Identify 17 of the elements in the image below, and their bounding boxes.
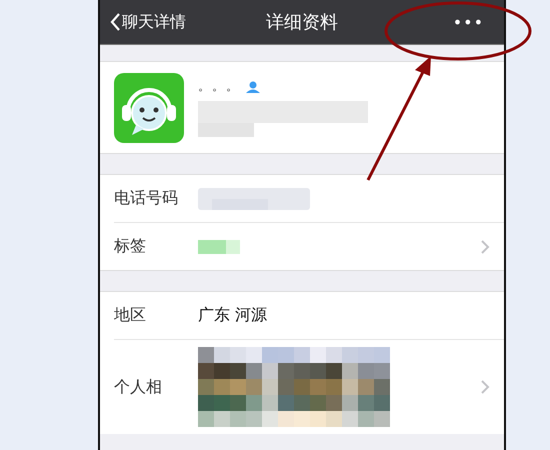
region-value: 广东 河源 bbox=[198, 305, 268, 326]
page-title: 详细资料 bbox=[266, 11, 338, 34]
row-label: 地区 bbox=[114, 305, 147, 326]
more-button[interactable]: ••• bbox=[446, 12, 490, 32]
row-label: 电话号码 bbox=[114, 188, 179, 209]
list-row[interactable]: 地区 广东 河源 bbox=[100, 292, 504, 339]
avatar-icon bbox=[114, 72, 184, 142]
back-icon bbox=[110, 13, 120, 31]
list-row[interactable]: 标签 bbox=[100, 223, 504, 270]
row-label: 个人相 bbox=[114, 376, 163, 398]
row-label: 标签 bbox=[114, 236, 147, 257]
tag-chip bbox=[198, 240, 240, 254]
person-icon bbox=[246, 80, 260, 92]
contact-name: 。。。 bbox=[198, 78, 240, 95]
back-button[interactable]: 聊天详情 bbox=[100, 10, 192, 34]
list-row[interactable]: 电话号码 bbox=[100, 175, 504, 222]
list-row[interactable]: 个人相 bbox=[100, 340, 504, 434]
